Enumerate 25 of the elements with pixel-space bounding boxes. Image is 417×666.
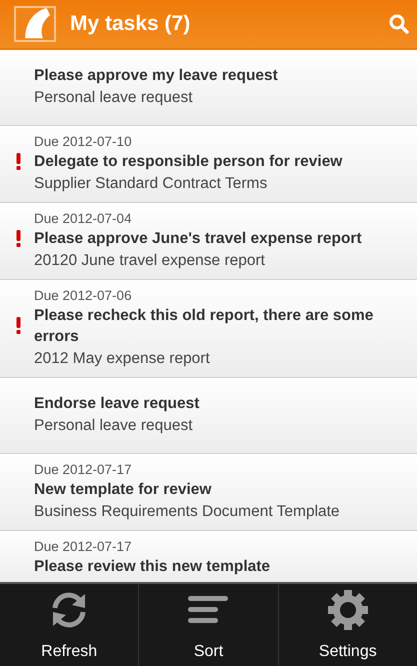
settings-icon bbox=[326, 588, 370, 632]
task-title: Endorse leave request bbox=[34, 394, 200, 414]
due-date: Due 2012-07-17 bbox=[34, 538, 133, 556]
search-icon[interactable] bbox=[389, 14, 409, 34]
screen-title: My tasks (7) bbox=[70, 11, 190, 38]
task-title: Please approve my leave request bbox=[34, 66, 279, 86]
task-subtitle: Personal leave request bbox=[34, 88, 194, 108]
due-date: Due 2012-07-06 bbox=[34, 287, 133, 305]
due-date: Due 2012-07-04 bbox=[34, 210, 133, 228]
due-date: Due 2012-07-10 bbox=[34, 133, 133, 151]
task-subtitle: Personal leave request bbox=[34, 416, 194, 436]
task-subtitle: 20120 June travel expense report bbox=[34, 251, 266, 271]
task-subtitle: 2012 May expense report bbox=[34, 349, 211, 369]
task-title: Please recheck this old report, there are some errors bbox=[34, 306, 374, 347]
task-subtitle: Business Requirements Document Template bbox=[34, 502, 341, 522]
task-subtitle: Supplier Standard Contract Terms bbox=[34, 174, 268, 194]
task-title: Delegate to responsible person for review bbox=[34, 152, 344, 172]
task-title: Please approve June's travel expense report bbox=[34, 229, 363, 249]
app-logo bbox=[14, 6, 56, 42]
menu-button[interactable]: Sort bbox=[139, 584, 279, 666]
due-date: Due 2012-07-17 bbox=[34, 461, 133, 479]
task-title: New template for review bbox=[34, 480, 212, 500]
task-title: Please review this new template bbox=[34, 557, 272, 577]
menu-button[interactable]: Settings bbox=[278, 584, 417, 666]
menu-button[interactable]: Refresh bbox=[0, 584, 140, 666]
